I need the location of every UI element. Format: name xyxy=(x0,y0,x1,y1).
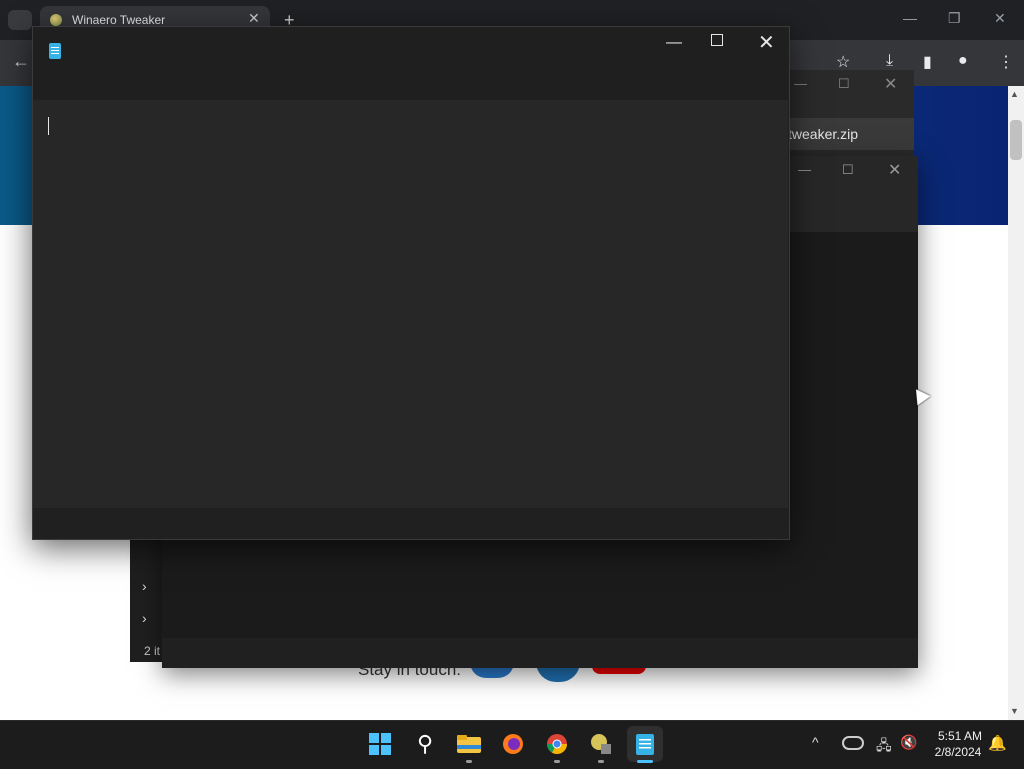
bookmark-star-icon[interactable]: ☆ xyxy=(836,52,850,72)
tab-title: Winaero Tweaker xyxy=(72,13,166,27)
windows-logo-icon xyxy=(369,733,391,755)
download-window-maximize-button[interactable]: ☐ xyxy=(838,76,850,92)
background-window-maximize-button[interactable]: ☐ xyxy=(842,162,854,178)
browser-menu-icon[interactable]: ⋮ xyxy=(998,52,1014,72)
tab-favicon-icon xyxy=(50,14,62,26)
notification-bell-icon[interactable]: 🔔 xyxy=(988,734,1007,752)
taskbar-file-explorer-button[interactable] xyxy=(451,726,487,762)
scroll-up-icon[interactable]: ▲ xyxy=(1010,89,1019,99)
taskbar-firefox-button[interactable] xyxy=(495,726,531,762)
browser-close-button[interactable]: ✕ xyxy=(994,10,1006,27)
notepad-icon xyxy=(49,43,61,59)
explorer-status-text: 2 it xyxy=(144,644,161,658)
clock-date[interactable]: 2/8/2024 xyxy=(928,745,988,759)
side-panel-icon[interactable]: ▮ xyxy=(923,52,932,72)
notepad-maximize-button[interactable] xyxy=(711,34,723,46)
page-scrollbar[interactable] xyxy=(1008,86,1024,720)
chrome-icon xyxy=(547,734,567,754)
taskbar-notepad-button[interactable] xyxy=(627,726,663,762)
download-window-minimize-button[interactable]: — xyxy=(794,76,807,91)
back-button[interactable]: ← xyxy=(12,51,30,72)
text-caret xyxy=(48,117,49,135)
taskbar-chrome-button[interactable] xyxy=(539,726,575,762)
search-icon: ⚲ xyxy=(416,731,434,756)
tab-search-button[interactable] xyxy=(8,10,32,30)
explorer-expand-chevron-icon[interactable]: › xyxy=(142,610,147,626)
download-file-name: tweaker.zip xyxy=(788,126,859,142)
explorer-running-indicator xyxy=(466,760,472,763)
download-icon[interactable]: ⤓ xyxy=(886,52,893,70)
tweaker-running-indicator xyxy=(598,760,604,763)
background-window-close-button[interactable]: ✕ xyxy=(888,160,901,180)
file-explorer-icon xyxy=(457,735,481,753)
scrollbar-thumb[interactable] xyxy=(1010,120,1022,160)
volume-muted-icon[interactable]: 🔇 xyxy=(900,734,917,751)
scroll-down-icon[interactable]: ▼ xyxy=(1010,706,1019,716)
chrome-running-indicator xyxy=(554,760,560,763)
clock-time[interactable]: 5:51 AM xyxy=(932,729,988,743)
network-icon[interactable]: 🖧 xyxy=(876,735,892,759)
tray-overflow-chevron-icon[interactable]: ^ xyxy=(812,734,819,750)
firefox-icon xyxy=(503,734,523,754)
background-window-status-bar xyxy=(162,638,918,668)
notepad-text-area[interactable] xyxy=(33,100,788,508)
taskbar-winaero-tweaker-button[interactable] xyxy=(583,726,619,762)
download-window-close-button[interactable]: ✕ xyxy=(884,74,897,94)
browser-restore-button[interactable]: ❐ xyxy=(948,10,961,27)
winaero-tweaker-icon xyxy=(591,734,611,754)
start-button[interactable] xyxy=(362,726,398,762)
profile-icon[interactable]: ● xyxy=(958,52,968,70)
notepad-status-bar xyxy=(33,508,788,538)
notepad-icon xyxy=(636,734,654,755)
notepad-minimize-button[interactable]: — xyxy=(666,34,682,52)
explorer-expand-chevron-icon[interactable]: › xyxy=(142,578,147,594)
browser-minimize-button[interactable]: — xyxy=(903,10,917,26)
notepad-active-indicator xyxy=(637,760,653,763)
taskbar-search-button[interactable]: ⚲ xyxy=(407,726,443,762)
onedrive-icon[interactable] xyxy=(842,736,864,750)
notepad-close-button[interactable]: ✕ xyxy=(758,30,775,55)
tab-close-button[interactable]: ✕ xyxy=(248,10,260,27)
background-window-minimize-button[interactable]: — xyxy=(798,162,811,177)
notepad-icon-lines xyxy=(51,47,59,48)
